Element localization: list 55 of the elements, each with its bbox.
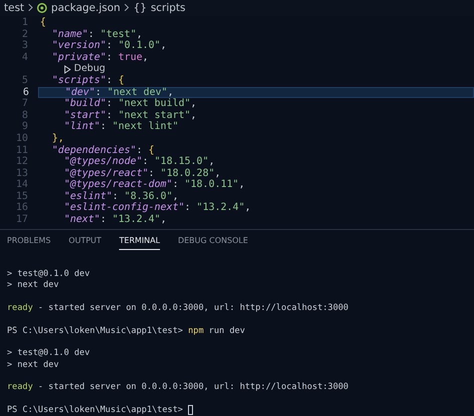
code-line: { [40, 16, 46, 29]
code-line: "lint": "next lint" [63, 121, 178, 133]
code-line: }, [51, 132, 64, 145]
code-line: "start": "next start", [63, 110, 197, 121]
terminal-line: > next dev [7, 280, 59, 292]
line-number: 15 [14, 190, 29, 202]
terminal-line: ready - started server on 0.0.0.0:3000, url: http://localhost:3000 [7, 303, 348, 314]
line-number: 4 [20, 52, 29, 64]
terminal-line: > next dev [7, 360, 59, 371]
line-number: 7 [20, 98, 29, 110]
code-line: "@types/node": "18.15.0", [64, 156, 215, 168]
terminal-line: PS C:\Users\loken\Music\app1\test> [7, 404, 184, 416]
terminal-line: PS C:\Users\loken\Music\app1\test> npm run dev [7, 326, 246, 337]
debug-link[interactable]: Debug [74, 63, 106, 75]
code-line: "scripts": { [51, 74, 124, 87]
code-line: "eslint": "8.36.0", [63, 190, 178, 202]
line-number: 9 [20, 121, 29, 133]
play-icon[interactable] [64, 64, 71, 74]
line-number: 16 [14, 202, 29, 214]
braces-icon: {} [133, 2, 147, 14]
code-line: "private": true, [51, 52, 148, 64]
terminal-line: > test@0.1.0 dev [7, 348, 90, 360]
line-number: 5 [20, 74, 29, 87]
line-number: 10 [14, 132, 29, 145]
code-line: "dependencies": { [51, 144, 154, 156]
line-number: 17 [14, 214, 29, 226]
file-icon [37, 2, 48, 13]
code-line: "next": "13.2.4", [63, 214, 166, 226]
code-line: "dev": "next dev", [64, 88, 174, 98]
breadcrumb-item[interactable]: scripts [150, 2, 186, 14]
code-line: "version": "0.1.0", [51, 40, 166, 52]
line-number: 1 [20, 16, 29, 29]
chevron-icon [124, 3, 130, 12]
line-number: 2 [20, 28, 29, 40]
chevron-icon [28, 3, 34, 12]
code-line: "@types/react-dom": "18.0.11", [63, 179, 245, 191]
line-number: 6 [22, 88, 30, 98]
code-line: "name": "test", [51, 28, 142, 40]
code-line: "eslint-config-next": "13.2.4", [63, 202, 251, 214]
breadcrumb-item[interactable]: package.json [51, 2, 120, 14]
line-number: 13 [14, 168, 29, 180]
panel-tab[interactable]: OUTPUT [68, 236, 102, 249]
breadcrumb-item[interactable]: test [4, 2, 24, 14]
panel-tab[interactable]: TERMINAL [119, 236, 160, 250]
line-number: 8 [20, 110, 29, 122]
panel-tab[interactable]: DEBUG CONSOLE [178, 236, 248, 249]
panel-tab[interactable]: PROBLEMS [7, 236, 51, 249]
line-number: 12 [14, 156, 29, 168]
line-number: 14 [14, 179, 29, 191]
terminal-line: > test@0.1.0 dev [7, 269, 90, 280]
line-number: 3 [20, 40, 29, 52]
code-line: "build": "next build", [63, 98, 197, 110]
line-number: 11 [14, 144, 29, 156]
code-line: "@types/react": "18.0.28", [63, 168, 221, 179]
terminal-line: ready - started server on 0.0.0.0:3000, url: http://localhost:3000 [7, 382, 348, 394]
